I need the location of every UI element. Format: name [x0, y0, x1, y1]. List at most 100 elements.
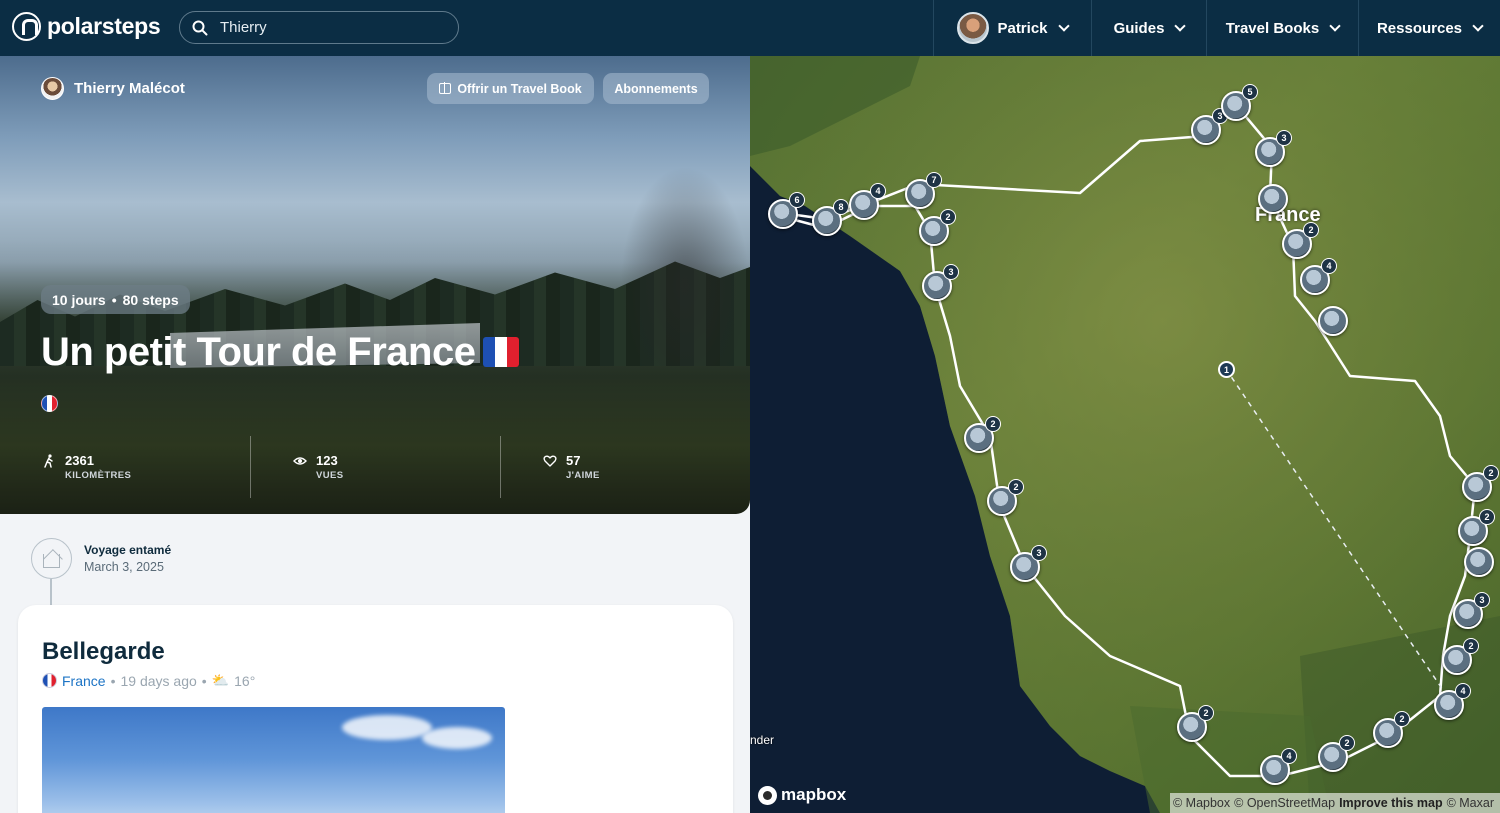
stat-kilometers-label: KILOMÈTRES — [65, 470, 132, 481]
improve-map-link[interactable]: Improve this map — [1339, 796, 1443, 810]
nav-ressources[interactable]: Ressources — [1358, 0, 1500, 56]
country-flag-icon — [41, 395, 58, 412]
trip-author[interactable]: Thierry Malécot — [41, 77, 185, 100]
stat-views: 123 VUES — [250, 436, 500, 498]
map-step-pin[interactable]: 3 — [1255, 130, 1292, 167]
top-nav: polarsteps Thierry Patrick Guides Travel… — [0, 0, 1500, 56]
map-step-pin[interactable] — [1258, 184, 1288, 214]
map-step-pin[interactable]: 4 — [1434, 683, 1471, 720]
user-menu[interactable]: Patrick — [933, 0, 1091, 56]
subscriptions-button[interactable]: Abonnements — [603, 73, 709, 104]
home-icon — [43, 554, 60, 568]
map-step-pin[interactable]: 7 — [905, 172, 942, 209]
step-country-link[interactable]: France — [62, 673, 106, 689]
french-flag-icon — [483, 337, 520, 367]
pin-count: 2 — [1198, 705, 1214, 721]
trip-days: 10 jours — [52, 291, 106, 308]
map-step-pin[interactable]: 2 — [1282, 222, 1319, 259]
trip-title-text: Un petit Tour de France — [41, 330, 476, 374]
hero-photo-tree — [620, 166, 750, 366]
user-name: Patrick — [997, 19, 1048, 37]
heart-icon — [543, 455, 557, 467]
mapbox-icon — [758, 785, 777, 805]
nav-travel-books[interactable]: Travel Books — [1206, 0, 1358, 56]
map-step-pin[interactable]: 4 — [849, 183, 886, 220]
map-step-pin[interactable]: 2 — [919, 209, 956, 246]
step-time: 19 days ago — [120, 672, 197, 689]
chevron-down-icon — [1174, 20, 1187, 32]
meta-separator: • — [110, 672, 116, 689]
trip-steps: 80 steps — [122, 291, 179, 308]
map-step-pin[interactable]: 4 — [1260, 748, 1297, 785]
french-flag-icon — [42, 673, 57, 688]
gift-travel-book-button[interactable]: Offrir un Travel Book — [427, 73, 594, 104]
attribution-osm[interactable]: © OpenStreetMap — [1234, 796, 1335, 810]
stat-likes[interactable]: 57 J'AIME — [500, 436, 750, 498]
trip-hero: Thierry Malécot Offrir un Travel Book Ab… — [0, 56, 750, 514]
trip-title: Un petit Tour de France — [41, 330, 520, 375]
attribution-mapbox[interactable]: © Mapbox — [1173, 796, 1230, 810]
meta-separator: • — [201, 672, 207, 689]
map-step-pin[interactable] — [1464, 547, 1494, 577]
polarsteps-logo[interactable]: polarsteps — [12, 12, 161, 41]
map-step-pin[interactable]: 4 — [1300, 258, 1337, 295]
pin-count: 4 — [870, 183, 886, 199]
pin-count: 3 — [1474, 592, 1490, 608]
map-step-pin[interactable]: 2 — [1177, 705, 1214, 742]
map-step-pin[interactable]: 2 — [1373, 711, 1410, 748]
map-step-pin[interactable]: 5 — [1221, 84, 1258, 121]
mapbox-logo-text: mapbox — [781, 785, 847, 804]
search-input[interactable]: Thierry — [179, 11, 459, 44]
pin-count: 4 — [1455, 683, 1471, 699]
pin-count: 4 — [1321, 258, 1337, 274]
trip-duration-pill: 10 jours • 80 steps — [41, 285, 190, 314]
step-card[interactable]: Bellegarde France • 19 days ago • ⛅ 16° — [18, 605, 733, 813]
map-step-pin[interactable]: 3 — [922, 264, 959, 301]
map-step-pin[interactable]: 3 — [1191, 108, 1228, 145]
map-step-pin[interactable]: 6 — [768, 192, 805, 229]
pin-count: 5 — [1242, 84, 1258, 100]
pin-count: 2 — [985, 416, 1001, 432]
pin-count: 2 — [940, 209, 956, 225]
map-step-pin[interactable]: 3 — [1010, 545, 1047, 582]
map-start-pin[interactable]: 1 — [1218, 361, 1235, 378]
pin-count: 8 — [833, 199, 849, 215]
pin-count: 3 — [943, 264, 959, 280]
map-edge-label: nder — [750, 733, 775, 747]
attribution-maxar[interactable]: © Maxar — [1447, 796, 1494, 810]
avatar — [957, 12, 990, 44]
map-step-pin[interactable]: 2 — [964, 416, 1001, 453]
pin-count: 2 — [1339, 735, 1355, 751]
polarsteps-logo-icon — [12, 12, 41, 41]
pin-count: 2 — [1479, 509, 1495, 525]
map-step-pin[interactable]: 2 — [1442, 638, 1479, 675]
timeline-line — [50, 579, 52, 606]
mapbox-logo[interactable]: mapbox — [758, 785, 846, 805]
step-photo[interactable] — [42, 707, 505, 813]
map-step-pin[interactable] — [1318, 306, 1348, 336]
nav-travel-books-label: Travel Books — [1225, 19, 1320, 37]
step-meta: France • 19 days ago • ⛅ 16° — [42, 672, 255, 689]
trip-started-date: March 3, 2025 — [84, 560, 164, 574]
photo-cloud — [422, 727, 492, 749]
map-step-pin[interactable]: 3 — [1453, 592, 1490, 629]
search-value: Thierry — [220, 19, 267, 36]
partly-cloudy-icon: ⛅ — [211, 672, 230, 688]
step-temperature: 16° — [234, 672, 256, 689]
search-icon — [192, 20, 208, 35]
trip-map[interactable]: France nder 6 8 4 7 2 3 3 5 3 2 4 2 2 3 … — [750, 56, 1500, 813]
nav-guides[interactable]: Guides — [1091, 0, 1206, 56]
map-step-pin[interactable]: 8 — [812, 199, 849, 236]
map-step-pin[interactable]: 2 — [1462, 465, 1499, 502]
brand-name: polarsteps — [47, 13, 161, 39]
map-attribution: © Mapbox © OpenStreetMap Improve this ma… — [1170, 793, 1500, 813]
nav-ressources-label: Ressources — [1376, 19, 1463, 37]
pin-count: 2 — [1394, 711, 1410, 727]
map-step-pin[interactable]: 2 — [987, 479, 1024, 516]
map-canvas — [750, 56, 1500, 813]
subscriptions-button-label: Abonnements — [614, 81, 698, 96]
map-step-pin[interactable]: 2 — [1318, 735, 1355, 772]
pin-count: 3 — [1031, 545, 1047, 561]
map-step-pin[interactable]: 2 — [1458, 509, 1495, 546]
stat-views-label: VUES — [316, 470, 344, 481]
